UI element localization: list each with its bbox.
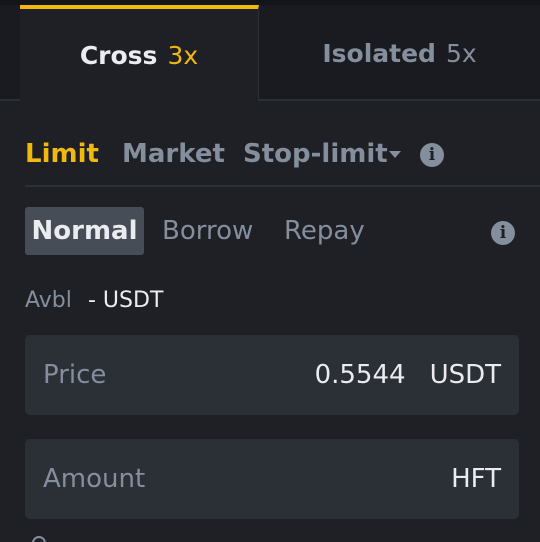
slider-handle[interactable] <box>32 536 46 542</box>
tab-cross-leverage: 3x <box>167 40 199 70</box>
order-type-market[interactable]: Market <box>122 136 225 172</box>
mode-tabs-bottom-border <box>0 99 20 101</box>
order-type-divider <box>25 185 540 187</box>
tab-isolated-leverage: 5x <box>445 38 477 68</box>
price-value[interactable]: 0.5544 <box>315 360 406 390</box>
price-unit: USDT <box>429 360 501 390</box>
tab-cross-label: Cross <box>79 40 158 70</box>
tab-isolated-margin[interactable]: Isolated 5x <box>259 5 540 101</box>
price-input[interactable]: Price 0.5544 USDT <box>25 335 519 415</box>
subtab-normal[interactable]: Normal <box>25 207 144 255</box>
info-icon[interactable]: i <box>420 143 444 167</box>
order-type-stop-limit[interactable]: Stop-limit <box>243 136 388 172</box>
subtab-repay[interactable]: Repay <box>284 207 365 255</box>
info-icon[interactable]: i <box>491 221 515 245</box>
available-label: Avbl <box>25 288 72 313</box>
price-label: Price <box>43 360 107 390</box>
tab-isolated-label: Isolated <box>322 38 436 68</box>
tab-cross-margin[interactable]: Cross 3x <box>20 5 259 101</box>
amount-label: Amount <box>43 464 146 494</box>
chevron-down-icon[interactable] <box>389 151 401 158</box>
amount-input[interactable]: Amount HFT <box>25 439 519 519</box>
amount-unit: HFT <box>451 464 501 494</box>
trade-form-panel: Cross 3x Isolated 5x Limit Market Stop-l… <box>0 0 540 542</box>
subtab-borrow[interactable]: Borrow <box>162 207 253 255</box>
available-value: - USDT <box>88 288 164 313</box>
order-type-limit[interactable]: Limit <box>25 136 99 172</box>
